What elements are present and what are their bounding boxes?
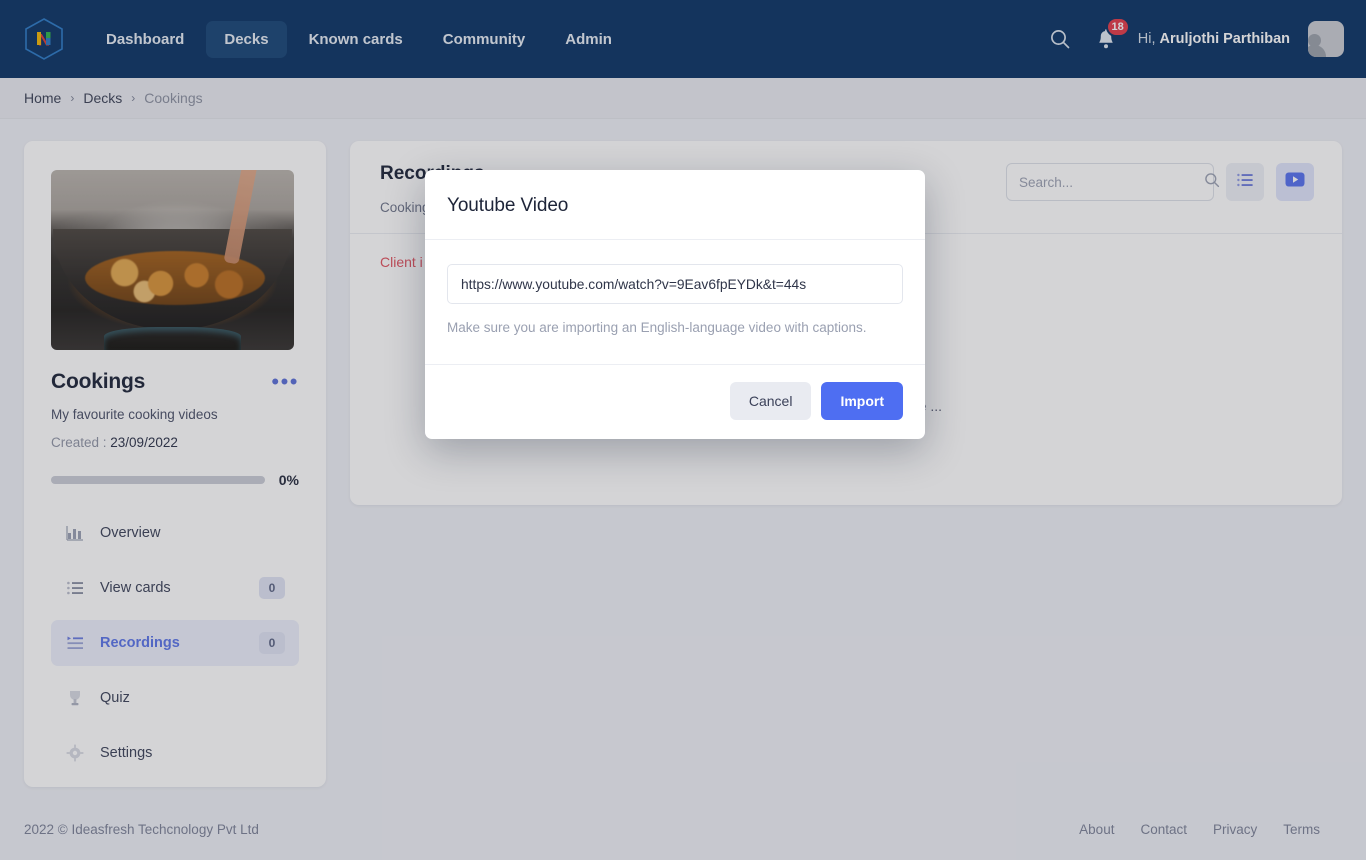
page-root: N Dashboard Decks Known cards Community … bbox=[0, 0, 1366, 860]
chevron-right-icon: › bbox=[131, 91, 136, 105]
breadcrumb-item-decks[interactable]: Decks bbox=[83, 90, 122, 106]
nav-item-admin[interactable]: Admin bbox=[547, 21, 630, 58]
list-view-button[interactable] bbox=[1226, 163, 1264, 201]
main-nav: Dashboard Decks Known cards Community Ad… bbox=[88, 20, 630, 58]
deck-thumbnail-image bbox=[51, 170, 294, 350]
sidebar-item-badge: 0 bbox=[259, 632, 285, 654]
breadcrumb-item-cookings: Cookings bbox=[144, 90, 203, 106]
sidebar-item-settings[interactable]: Settings bbox=[51, 730, 299, 776]
gear-icon bbox=[65, 744, 84, 763]
list-icon bbox=[1236, 171, 1254, 194]
deck-menu: Overview View cards 0 Recordings 0 Quiz … bbox=[51, 510, 299, 776]
created-value: 23/09/2022 bbox=[110, 435, 178, 450]
sidebar-item-label: Settings bbox=[100, 745, 153, 761]
header-actions: 18 Hi, Aruljothi Parthiban bbox=[1046, 17, 1344, 57]
deck-created-date: Created : 23/09/2022 bbox=[51, 435, 299, 450]
sidebar-item-label: Overview bbox=[100, 525, 161, 541]
nav-item-known-cards[interactable]: Known cards bbox=[291, 21, 421, 58]
modal-body: Make sure you are importing an English-l… bbox=[425, 240, 925, 365]
modal-hint-text: Make sure you are importing an English-l… bbox=[447, 320, 867, 335]
nav-item-dashboard[interactable]: Dashboard bbox=[88, 21, 202, 58]
footer-link-privacy[interactable]: Privacy bbox=[1213, 822, 1257, 837]
greeting-prefix: Hi, bbox=[1137, 31, 1160, 47]
deck-options-menu-icon[interactable]: ••• bbox=[271, 371, 299, 393]
cancel-button[interactable]: Cancel bbox=[729, 381, 812, 420]
nav-item-decks[interactable]: Decks bbox=[206, 20, 287, 58]
modal-header: Youtube Video bbox=[425, 170, 925, 240]
import-button[interactable]: Import bbox=[821, 381, 903, 420]
youtube-play-icon bbox=[1285, 172, 1305, 192]
deck-description: My favourite cooking videos bbox=[51, 407, 218, 422]
progress-percent-label: 0% bbox=[278, 472, 299, 488]
search-input[interactable] bbox=[1019, 174, 1196, 190]
sidebar-item-label: Recordings bbox=[100, 635, 180, 651]
breadcrumb-item-home[interactable]: Home bbox=[24, 90, 61, 106]
sidebar-item-quiz[interactable]: Quiz bbox=[51, 675, 299, 721]
deck-header: Cookings ••• bbox=[51, 370, 299, 394]
sidebar-item-label: Quiz bbox=[100, 690, 130, 706]
modal-title: Youtube Video bbox=[447, 195, 569, 216]
notification-badge: 18 bbox=[1105, 17, 1130, 37]
deck-title: Cookings bbox=[51, 370, 146, 393]
sidebar-item-badge: 0 bbox=[259, 577, 285, 599]
footer-link-about[interactable]: About bbox=[1079, 822, 1114, 837]
panel-toolbar bbox=[1006, 163, 1314, 201]
nav-item-community[interactable]: Community bbox=[425, 21, 544, 58]
footer-link-contact[interactable]: Contact bbox=[1140, 822, 1187, 837]
youtube-video-modal: Youtube Video Make sure you are importin… bbox=[425, 170, 925, 439]
user-greeting: Hi, Aruljothi Parthiban bbox=[1138, 31, 1290, 47]
avatar[interactable] bbox=[1308, 21, 1344, 57]
app-logo[interactable]: N bbox=[22, 17, 66, 61]
youtube-url-input[interactable] bbox=[447, 264, 903, 304]
sidebar-item-label: View cards bbox=[100, 580, 171, 596]
bar-chart-icon bbox=[65, 524, 84, 543]
progress-track bbox=[51, 476, 265, 484]
sidebar-item-view-cards[interactable]: View cards 0 bbox=[51, 565, 299, 611]
notifications-bell-icon[interactable]: 18 bbox=[1092, 17, 1130, 53]
search-box[interactable] bbox=[1006, 163, 1220, 201]
playlist-icon bbox=[65, 634, 84, 653]
modal-footer: Cancel Import bbox=[425, 365, 925, 439]
search-icon[interactable] bbox=[1046, 25, 1074, 53]
search-icon bbox=[1204, 172, 1220, 193]
trophy-icon bbox=[65, 689, 84, 708]
user-name: Aruljothi Parthiban bbox=[1159, 31, 1291, 47]
chevron-right-icon: › bbox=[70, 91, 75, 105]
created-label: Created : bbox=[51, 435, 111, 450]
list-icon bbox=[65, 579, 84, 598]
footer-link-terms[interactable]: Terms bbox=[1283, 822, 1320, 837]
top-navbar: N Dashboard Decks Known cards Community … bbox=[0, 0, 1366, 78]
deck-progress: 0% bbox=[51, 472, 299, 488]
youtube-import-button[interactable] bbox=[1276, 163, 1314, 201]
deck-sidebar: Cookings ••• My favourite cooking videos… bbox=[24, 141, 326, 787]
footer-copyright: 2022 © Ideasfresh Techcnology Pvt Ltd bbox=[24, 821, 259, 837]
page-footer: 2022 © Ideasfresh Techcnology Pvt Ltd Ab… bbox=[0, 798, 1366, 860]
sidebar-item-recordings[interactable]: Recordings 0 bbox=[51, 620, 299, 666]
footer-links: About Contact Privacy Terms bbox=[1079, 822, 1320, 837]
breadcrumb: Home › Decks › Cookings bbox=[0, 78, 1366, 119]
sidebar-item-overview[interactable]: Overview bbox=[51, 510, 299, 556]
